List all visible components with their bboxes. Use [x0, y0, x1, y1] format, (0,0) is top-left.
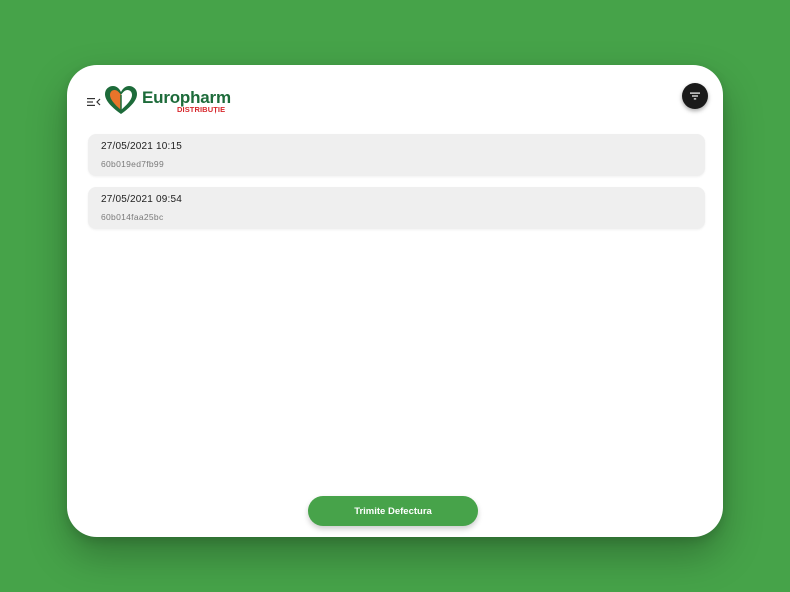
item-id: 60b014faa25bc: [101, 212, 164, 222]
filter-button[interactable]: [682, 83, 708, 109]
list-item[interactable]: 27/05/2021 10:15 60b019ed7fb99: [88, 134, 705, 176]
submit-defect-button[interactable]: Trimite Defectura: [308, 496, 478, 526]
logo-subtitle: DISTRIBUȚIE: [177, 105, 226, 114]
item-id: 60b019ed7fb99: [101, 159, 164, 169]
item-date: 27/05/2021 09:54: [101, 194, 183, 205]
heart-logo-icon: [105, 86, 137, 114]
filter-icon: [690, 92, 700, 100]
europharm-logo: Europharm DISTRIBUȚIE: [104, 85, 232, 117]
app-window: Europharm DISTRIBUȚIE 27/05/2021 10:15 6…: [67, 65, 723, 537]
defect-report-list: 27/05/2021 10:15 60b019ed7fb99 27/05/202…: [88, 134, 705, 240]
menu-toggle-button[interactable]: [87, 95, 101, 107]
list-item[interactable]: 27/05/2021 09:54 60b014faa25bc: [88, 187, 705, 229]
item-date: 27/05/2021 10:15: [101, 141, 183, 152]
menu-collapse-icon: [87, 98, 101, 106]
